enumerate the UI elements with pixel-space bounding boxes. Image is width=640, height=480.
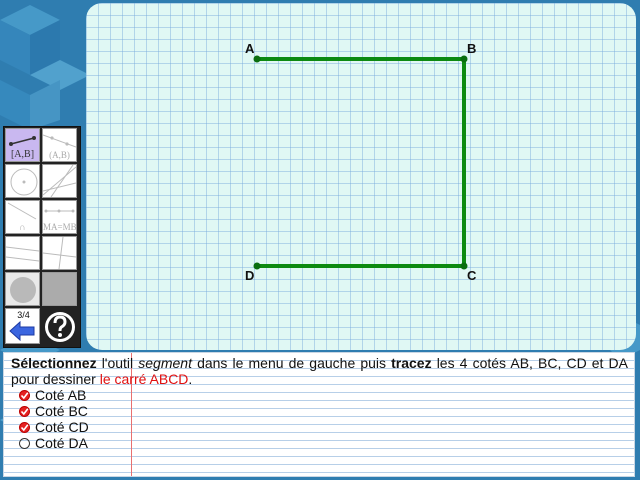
check-item-cd: Coté CD xyxy=(19,419,89,435)
fill-tool[interactable] xyxy=(42,272,77,306)
instruction-text: Sélectionnez l'outil segment dans le men… xyxy=(11,355,628,387)
check-item-ab: Coté AB xyxy=(19,387,89,403)
check-done-icon xyxy=(19,421,30,433)
intersection-tool[interactable]: ∩ xyxy=(5,200,40,234)
point-label-c: C xyxy=(467,268,477,283)
circle-icon xyxy=(10,168,38,196)
parallel-icon xyxy=(6,246,39,262)
point-label-d: D xyxy=(245,268,255,283)
midpoint-tool-label: MA=MB xyxy=(43,222,77,232)
parallel-tool[interactable] xyxy=(5,236,40,270)
color-tool[interactable] xyxy=(5,272,40,306)
page-counter: 3/4 xyxy=(17,310,30,320)
back-button[interactable]: 3/4 xyxy=(5,308,40,344)
segment-tool-label: [A,B] xyxy=(10,149,35,160)
instruction-part-2: dans le menu de gauche puis xyxy=(191,355,392,371)
instruction-tool-name: segment xyxy=(138,355,192,371)
point-label-a: A xyxy=(245,41,255,56)
point-a[interactable] xyxy=(253,55,261,63)
intersection-tool-label: ∩ xyxy=(19,222,26,232)
instruction-part-1: l'outil xyxy=(96,355,139,371)
help-icon xyxy=(45,312,75,342)
color-swatch-icon xyxy=(10,277,36,303)
drawing-area[interactable] xyxy=(86,3,636,350)
tool-palette: [A,B] (A,B) ∩ MA=MB 3/4 xyxy=(3,126,81,348)
intersection-icon xyxy=(7,202,37,220)
instruction-highlight: le carré ABCD xyxy=(99,371,189,387)
midpoint-tool[interactable]: MA=MB xyxy=(42,200,77,234)
lines-icon xyxy=(43,165,76,197)
perpendicular-tool[interactable] xyxy=(42,236,77,270)
task-checklist: Coté AB Coté BC Coté CD Coté DA xyxy=(19,387,89,451)
check-label: Coté CD xyxy=(35,419,89,435)
point-label-b: B xyxy=(467,41,477,56)
instruction-part-4: . xyxy=(188,371,193,387)
help-button[interactable] xyxy=(42,308,77,344)
check-label: Coté AB xyxy=(35,387,87,403)
instruction-panel: Sélectionnez l'outil segment dans le men… xyxy=(3,352,635,477)
segment-icon xyxy=(9,136,36,146)
segment-tool[interactable]: [A,B] xyxy=(5,128,40,162)
geometry-canvas[interactable]: A B C D xyxy=(86,3,636,350)
line-tool-label: (A,B) xyxy=(49,150,70,160)
check-empty-icon xyxy=(19,437,30,449)
check-done-icon xyxy=(19,389,30,401)
line-icon xyxy=(43,134,76,148)
point-b[interactable] xyxy=(460,55,468,63)
lines-tool[interactable] xyxy=(42,164,77,198)
check-item-da: Coté DA xyxy=(19,435,89,451)
check-item-bc: Coté BC xyxy=(19,403,89,419)
line-tool[interactable]: (A,B) xyxy=(42,128,77,162)
circle-tool[interactable] xyxy=(5,164,40,198)
instruction-verb-select: Sélectionnez xyxy=(11,355,97,371)
instruction-verb-draw: tracez xyxy=(391,355,432,371)
point-d[interactable] xyxy=(253,262,261,270)
check-done-icon xyxy=(19,405,30,417)
midpoint-icon xyxy=(44,209,75,213)
check-label: Coté DA xyxy=(35,435,88,451)
check-label: Coté BC xyxy=(35,403,88,419)
perpendicular-icon xyxy=(43,237,76,269)
